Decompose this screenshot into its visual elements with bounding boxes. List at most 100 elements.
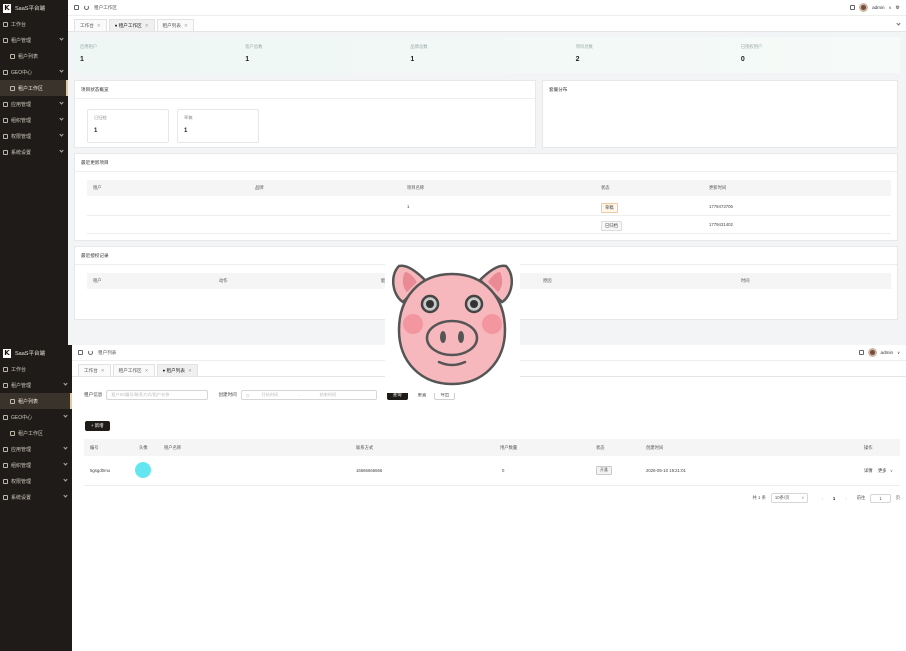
close-icon[interactable]: ✕	[97, 23, 101, 29]
end-date-input[interactable]: 结束时间	[320, 392, 337, 398]
close-icon[interactable]: ✕	[145, 368, 149, 374]
date-range-picker[interactable]: ◷ 开始时间 - 结束时间	[240, 390, 377, 400]
chevron-down-icon: ∨	[801, 495, 805, 500]
tab-tenant-list[interactable]: 租户列表 ✕	[156, 19, 194, 31]
tab-label: 工作台	[84, 367, 98, 373]
tab-tenant-list[interactable]: ● 租户列表 ✕	[156, 364, 198, 376]
sidebar-item-app-mgmt[interactable]: 应用管理	[0, 441, 72, 457]
tenant-id: 5gsgd0mu	[90, 468, 111, 473]
sidebar-item-settings[interactable]: 系统设置	[0, 489, 72, 505]
sidebar-item-tenant-mgmt[interactable]: 租户管理	[0, 32, 68, 48]
users-icon	[3, 382, 8, 388]
sidebar-item-org-mgmt[interactable]: 组织管理	[0, 112, 68, 128]
add-tenant-button[interactable]: + 新增	[85, 421, 110, 431]
close-icon[interactable]: ✕	[184, 23, 188, 29]
goto-page-input[interactable]: 1	[870, 493, 891, 503]
tab-label: ● 租户列表	[162, 367, 185, 373]
sidebar-item-tenant-list[interactable]: 租户列表	[0, 393, 72, 409]
sidebar-item-label: 权限管理	[11, 478, 32, 485]
refresh-icon[interactable]	[88, 350, 93, 355]
sidebar-item-label: 工作台	[11, 366, 27, 373]
status-badge: 草稿	[601, 203, 618, 213]
sidebar-item-settings[interactable]: 系统设置	[0, 144, 68, 160]
sidebar-item-geo[interactable]: GEO中心	[0, 409, 72, 425]
tab-dashboard[interactable]: 工作台 ✕	[78, 364, 111, 376]
gear-icon	[3, 149, 8, 155]
sidebar-item-dashboard[interactable]: 工作台	[0, 16, 68, 32]
brand: K SaaS平台端	[0, 0, 68, 16]
total-count: 共 1 条	[752, 495, 766, 500]
sidebar-item-perm-mgmt[interactable]: 权限管理	[0, 473, 72, 489]
table-row: 5gsgd0mu 16666666666 0 开通 2026-05-10 19:…	[84, 456, 900, 486]
stat-label: 已授权用户	[740, 44, 763, 49]
table-row: 已归档 1779431402	[87, 216, 891, 234]
sidebar-item-label: 组织管理	[11, 462, 32, 469]
stat-value: 1	[245, 56, 250, 63]
user-menu[interactable]: admin	[881, 350, 894, 355]
more-menu[interactable]: 更多	[878, 468, 887, 474]
sidebar-item-label: GEO中心	[11, 69, 33, 76]
page-unit-label: 页	[895, 495, 900, 500]
column-header: 操作	[864, 445, 873, 450]
stat-label: 品牌总数	[410, 44, 428, 49]
sidebar-item-perm-mgmt[interactable]: 权限管理	[0, 128, 68, 144]
tab-tenant-workspace[interactable]: ● 租户工作区 ✕	[108, 19, 155, 31]
pig-sticker	[385, 258, 520, 393]
tenant-search-input[interactable]: 租户ID/编号/联系方式/租户名称	[106, 390, 209, 400]
chevron-down-icon	[63, 445, 68, 450]
sidebar-item-app-mgmt[interactable]: 应用管理	[0, 96, 68, 112]
avatar[interactable]	[859, 3, 869, 12]
collapse-icon[interactable]	[78, 350, 83, 355]
collapse-icon[interactable]	[74, 5, 79, 10]
stat-value: 0	[740, 56, 745, 63]
status-mini-card: 已归档 1	[87, 109, 169, 143]
table-header: 租户 品牌 项目名称 状态 更新时间	[87, 180, 891, 196]
tab-tenant-workspace[interactable]: 租户工作区 ✕	[112, 364, 155, 376]
brand-name: SaaS平台端	[15, 351, 45, 357]
fullscreen-icon[interactable]	[858, 350, 864, 355]
close-icon[interactable]: ✕	[101, 368, 105, 374]
sidebar-item-tenant-workspace[interactable]: 租户工作区	[0, 425, 72, 441]
recent-projects-card: 最近更新项目 租户 品牌 项目名称 状态 更新时间 1 草稿 177947370…	[74, 153, 898, 241]
close-icon[interactable]: ✕	[188, 368, 192, 374]
app-icon	[3, 446, 8, 452]
stat-value: 1	[80, 56, 84, 63]
refresh-icon[interactable]	[84, 5, 89, 10]
close-icon[interactable]: ✕	[145, 23, 149, 29]
chevron-down-icon	[63, 381, 68, 386]
avatar[interactable]	[867, 348, 877, 357]
column-header: 项目名称	[407, 185, 425, 190]
tab-label: ● 租户工作区	[114, 22, 142, 28]
user-count: 0	[502, 468, 505, 473]
page-size-select[interactable]: 10条/页 ∨	[770, 493, 809, 503]
chevron-down-icon	[59, 116, 64, 121]
sidebar-item-label: 权限管理	[11, 133, 32, 140]
sidebar-item-tenant-workspace[interactable]: 租户工作区	[0, 80, 68, 96]
sidebar-item-tenant-mgmt[interactable]: 租户管理	[0, 377, 72, 393]
sidebar-item-label: 租户管理	[11, 37, 32, 44]
stat-label: 启用租户	[80, 44, 98, 49]
fullscreen-icon[interactable]	[850, 5, 856, 10]
sidebar-item-tenant-list[interactable]: 租户列表	[0, 48, 68, 64]
tab-dashboard[interactable]: 工作台 ✕	[74, 19, 107, 31]
column-header: 创建时间	[646, 445, 664, 450]
column-header: 租户	[93, 185, 102, 190]
detail-link[interactable]: 详情	[864, 468, 873, 474]
sidebar-item-label: 租户管理	[11, 382, 32, 389]
created-time: 2026-05-10 19:21:01	[646, 468, 686, 473]
sidebar-item-dashboard[interactable]: 工作台	[0, 361, 72, 377]
next-page-button[interactable]: ›	[845, 496, 846, 501]
chevron-down-icon[interactable]	[896, 21, 901, 26]
tenant-contact: 16666666666	[356, 468, 383, 473]
monitor-icon	[10, 430, 15, 436]
sidebar-item-org-mgmt[interactable]: 组织管理	[0, 457, 72, 473]
sidebar-item-label: GEO中心	[11, 414, 33, 421]
prev-page-button[interactable]: ‹	[821, 496, 822, 501]
start-date-input[interactable]: 开始时间	[261, 392, 278, 398]
user-menu[interactable]: admin	[872, 5, 885, 10]
sidebar-item-geo[interactable]: GEO中心	[0, 64, 68, 80]
current-page[interactable]: 1	[833, 496, 835, 501]
sidebar-menu: 工作台 租户管理 租户列表 GEO中心 租户工作区 应用管理 组织管理 权限管理…	[0, 361, 72, 505]
gear-icon[interactable]: ⚙	[896, 5, 900, 11]
stat-card: 启用租户 1	[74, 37, 239, 73]
